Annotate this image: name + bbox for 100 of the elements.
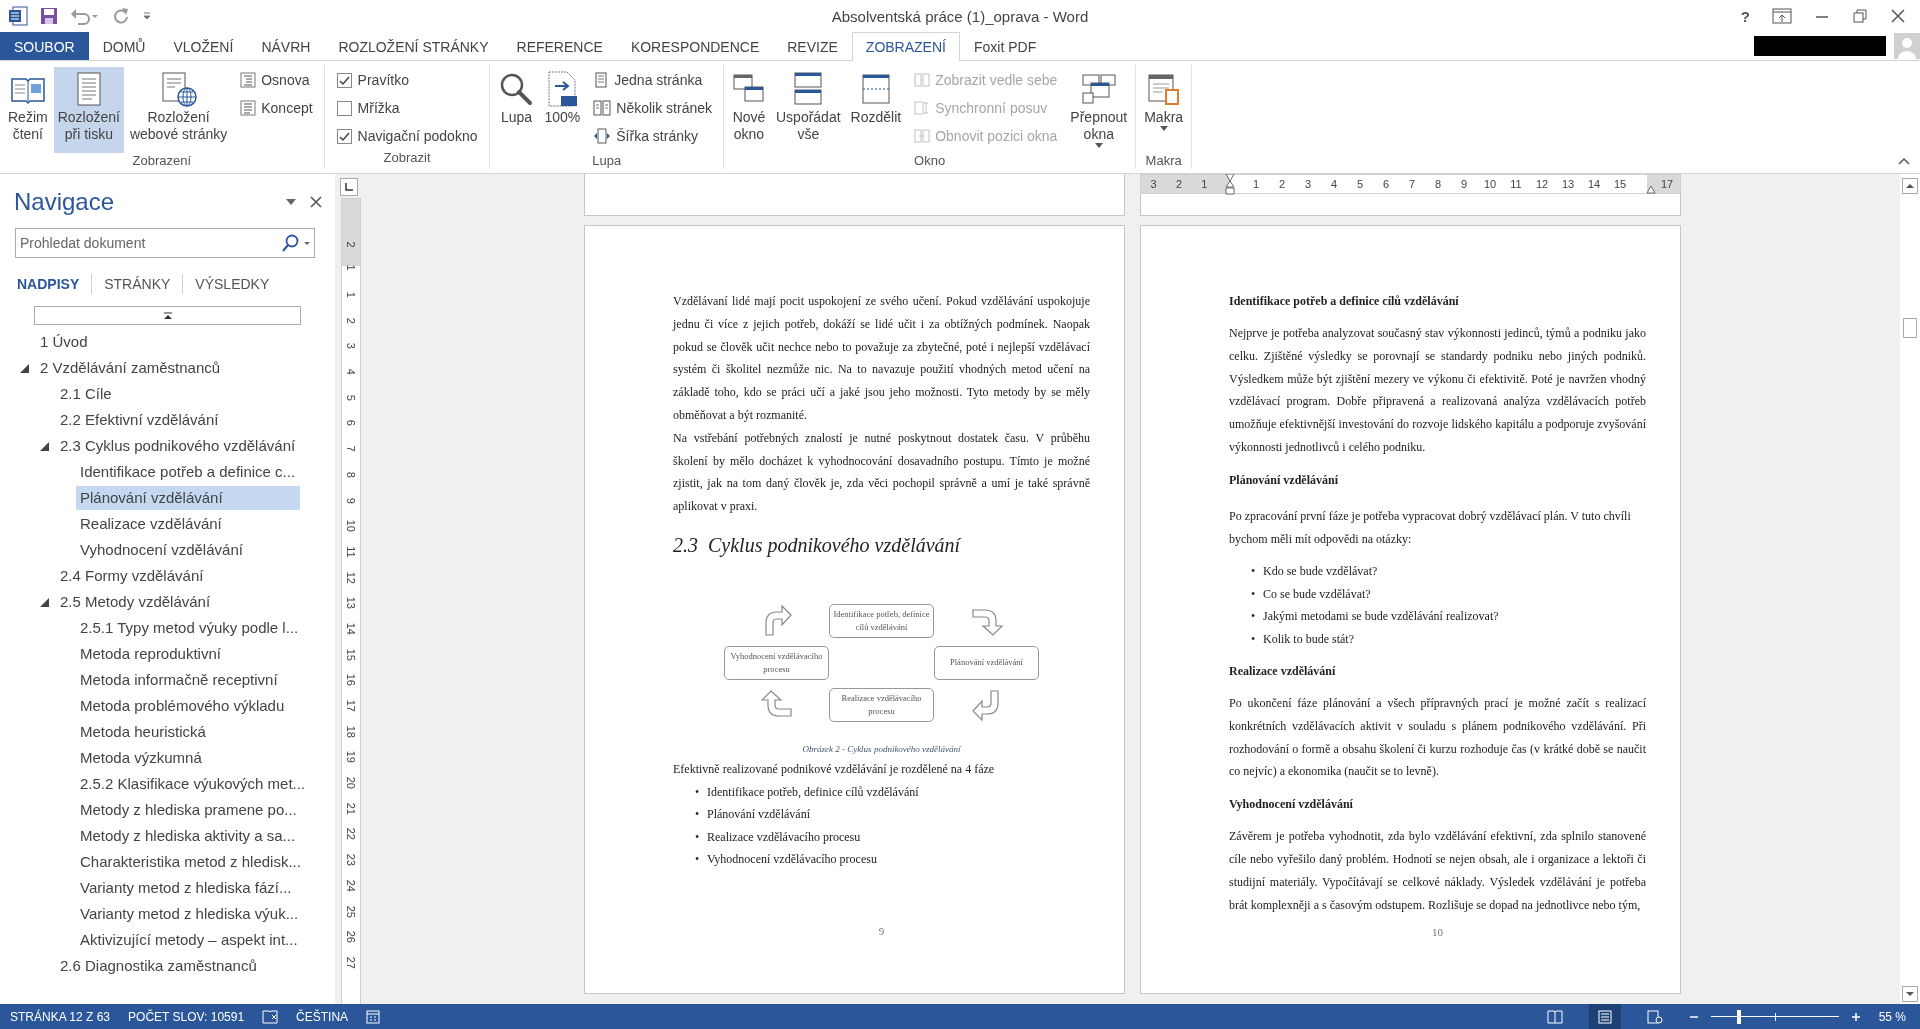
- heading-item[interactable]: Metoda informačně receptivní: [76, 668, 300, 692]
- ribbon-tab[interactable]: DOMŮ: [88, 32, 160, 60]
- expand-triangle-icon[interactable]: [20, 363, 29, 373]
- heading-item[interactable]: 2.5 Metody vzdělávání: [56, 590, 300, 614]
- heading-item[interactable]: 2.2 Efektivní vzdělávání: [56, 408, 300, 432]
- heading-item[interactable]: Metoda problémového výkladu: [76, 694, 300, 718]
- heading-item[interactable]: Metody z hlediska aktivity a sa...: [76, 824, 300, 848]
- document-app-icon[interactable]: [8, 6, 28, 26]
- heading-item[interactable]: 2.5.2 Klasifikace výukových met...: [76, 772, 310, 796]
- ribbon-tab[interactable]: NÁVRH: [247, 32, 325, 60]
- help-button[interactable]: ?: [1740, 7, 1750, 25]
- heading-item[interactable]: 2.5.1 Typy metod výuky podle l...: [76, 616, 303, 640]
- zoom-in-icon[interactable]: [1850, 1011, 1861, 1022]
- close-icon[interactable]: [309, 195, 323, 209]
- section-heading: Realizace vzdělávání: [1229, 663, 1337, 680]
- ribbon-tab[interactable]: VLOŽENÍ: [159, 32, 248, 60]
- group-label: Zobrazení: [131, 153, 193, 170]
- heading-item[interactable]: Realizace vzdělávání: [76, 512, 300, 536]
- ribbon-button[interactable]: Rozdělit: [846, 67, 906, 153]
- repeat-icon[interactable]: [112, 7, 130, 25]
- language-status[interactable]: ČEŠTINA: [296, 1009, 349, 1024]
- checkbox-label[interactable]: Pravítko: [357, 72, 409, 88]
- ribbon-button[interactable]: Osnova: [237, 67, 316, 93]
- checkbox-label[interactable]: Mřížka: [357, 100, 400, 116]
- tab-stop-selector[interactable]: [340, 178, 358, 196]
- customize-caret-icon[interactable]: [142, 11, 152, 21]
- word-count-status[interactable]: POČET SLOV: 10591: [128, 1009, 245, 1024]
- ruler-number: 10: [1482, 177, 1498, 192]
- ribbon-button[interactable]: Lupa: [494, 67, 539, 153]
- checkbox[interactable]: [336, 72, 352, 88]
- undo-icon[interactable]: [70, 7, 100, 25]
- zoom-level-text[interactable]: 55 %: [1878, 1009, 1910, 1024]
- ribbon-tab[interactable]: SOUBOR: [0, 32, 89, 60]
- page-number: 10: [1431, 926, 1444, 939]
- collapse-ribbon-icon[interactable]: [1898, 157, 1910, 165]
- ribbon-display-icon[interactable]: [1772, 8, 1792, 24]
- ribbon-button[interactable]: 100%: [540, 67, 585, 153]
- heading-item[interactable]: Varianty metod z hlediska fází...: [76, 876, 300, 900]
- heading-item[interactable]: 1 Úvod: [36, 330, 300, 354]
- heading-item[interactable]: 2.4 Formy vzdělávání: [56, 564, 300, 588]
- proofing-book-icon[interactable]: [262, 1009, 279, 1024]
- page-lines-icon: [1597, 1009, 1612, 1024]
- ribbon-button[interactable]: Jedna stránka: [590, 67, 715, 93]
- checkbox-label[interactable]: Navigační podokno: [357, 128, 478, 144]
- ribbon-button[interactable]: Uspořádat vše: [772, 67, 845, 153]
- side-by-side-icon: [914, 72, 931, 88]
- restore-icon[interactable]: [1852, 8, 1868, 24]
- checkbox[interactable]: [336, 100, 352, 116]
- heading-item[interactable]: Metoda výzkumná: [76, 746, 300, 770]
- ribbon-tab[interactable]: ROZLOŽENÍ STRÁNKY: [324, 32, 503, 60]
- zoom-slider-thumb[interactable]: [1736, 1009, 1741, 1024]
- ribbon-tab[interactable]: Foxit PDF: [959, 32, 1051, 60]
- ruler-number: 9: [1459, 177, 1469, 192]
- heading-item[interactable]: Metody z hlediska pramene po...: [76, 798, 301, 822]
- pane-tab[interactable]: VÝSLEDKY: [183, 276, 282, 292]
- scroll-down-icon[interactable]: [1902, 986, 1918, 1002]
- expand-triangle-icon[interactable]: [40, 441, 49, 451]
- open-book-icon: [1546, 1009, 1563, 1024]
- heading-item[interactable]: 2.6 Diagnostika zaměstnanců: [56, 954, 300, 978]
- macro-record-icon[interactable]: [366, 1009, 381, 1024]
- pane-options-caret-icon[interactable]: [285, 198, 297, 206]
- ribbon-tab[interactable]: REVIZE: [773, 32, 852, 60]
- ribbon-tab[interactable]: REFERENCE: [502, 32, 617, 60]
- ribbon-button[interactable]: Několik stránek: [590, 95, 715, 121]
- indent-marker-icon[interactable]: [1225, 174, 1235, 195]
- ribbon-button[interactable]: Rozložení webové stránky: [125, 67, 232, 153]
- heading-item[interactable]: Plánování vzdělávání: [76, 486, 300, 510]
- group-label: Zobrazit: [382, 150, 432, 167]
- heading-item[interactable]: Vyhodnocení vzdělávání: [76, 538, 300, 562]
- search-field[interactable]: Prohledat dokument: [15, 228, 315, 258]
- heading-item[interactable]: Aktivizující metody – aspekt int...: [76, 928, 302, 952]
- ribbon-button[interactable]: Přepnout okna: [1066, 67, 1132, 153]
- checkbox[interactable]: [336, 128, 352, 144]
- expand-triangle-icon[interactable]: [40, 597, 49, 607]
- pane-tab[interactable]: NADPISY: [15, 276, 92, 292]
- view-mode-button[interactable]: [1588, 1004, 1621, 1029]
- pane-tab[interactable]: STRÁNKY: [92, 276, 183, 292]
- heading-item[interactable]: Charakteristika metod z hledisk...: [76, 850, 305, 874]
- heading-item[interactable]: Metoda reproduktivní: [76, 642, 300, 666]
- ribbon-tab[interactable]: KORESPONDENCE: [616, 32, 774, 60]
- heading-item[interactable]: Identifikace potřeb a definice c...: [76, 460, 300, 484]
- ribbon-tab[interactable]: ZOBRAZENÍ: [851, 32, 960, 61]
- ribbon-button[interactable]: Nové okno: [728, 67, 770, 153]
- page-count-status[interactable]: STRÁNKA 12 Z 63: [10, 1009, 111, 1024]
- ribbon-button[interactable]: Makra: [1140, 67, 1188, 153]
- ribbon-button[interactable]: Koncept: [237, 95, 316, 121]
- ribbon-button[interactable]: Šířka stránky: [590, 123, 715, 149]
- scroll-up-icon[interactable]: [1902, 178, 1918, 194]
- save-icon[interactable]: [40, 7, 58, 25]
- heading-item[interactable]: Varianty metod z hlediska výuk...: [76, 902, 303, 926]
- heading-item[interactable]: Metoda heuristická: [76, 720, 300, 744]
- heading-item[interactable]: 2.1 Cíle: [56, 382, 300, 406]
- scroll-thumb[interactable]: [1903, 318, 1917, 338]
- zoom-slider[interactable]: [1710, 1009, 1839, 1024]
- heading-item[interactable]: 2 Vzdělávání zaměstnanců: [36, 356, 300, 380]
- close-icon[interactable]: [1890, 8, 1906, 24]
- ribbon-button[interactable]: Režim čtení: [4, 67, 52, 153]
- heading-item[interactable]: 2.3 Cyklus podnikového vzdělávání: [56, 434, 300, 458]
- search-icon[interactable]: [281, 234, 311, 252]
- ribbon-button[interactable]: Rozložení při tisku: [53, 67, 124, 153]
